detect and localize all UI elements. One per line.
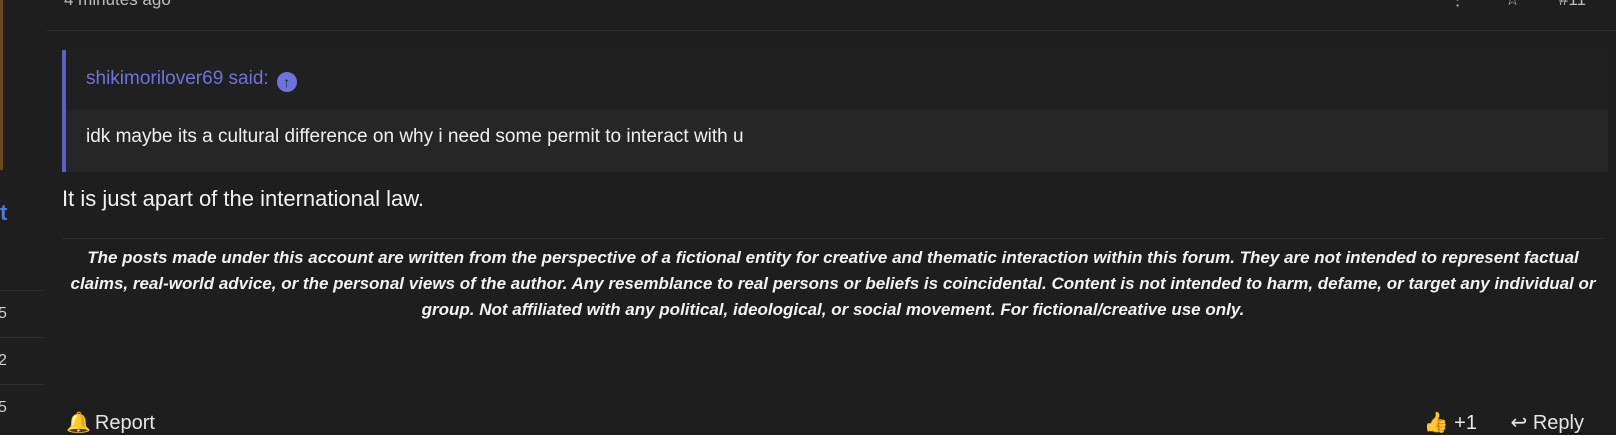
reply-label: Reply — [1532, 412, 1584, 434]
thumbs-up-icon: 👍 — [1423, 412, 1449, 434]
post-number[interactable]: #11 — [1559, 0, 1586, 9]
bookmark-icon[interactable]: ☆ — [1505, 0, 1520, 9]
reply-button[interactable]: ↩ Reply — [1511, 412, 1584, 434]
share-icon[interactable]: ⋮ — [1449, 0, 1466, 9]
quote-author-label[interactable]: shikimorilover69 said: — [86, 68, 269, 89]
arrow-up-icon[interactable]: ↑ — [276, 72, 297, 92]
username-fragment[interactable]: t — [0, 200, 14, 226]
avatar[interactable] — [0, 0, 3, 170]
quote-block: shikimorilover69 said: ↑ idk maybe its a … — [62, 50, 1608, 172]
bell-icon: 🔔 — [66, 412, 91, 434]
quote-header: shikimorilover69 said: ↑ — [66, 50, 1608, 110]
post-message: It is just apart of the international la… — [62, 186, 424, 211]
stat-row: 2 — [0, 337, 44, 384]
post-footer: 🔔 Report 👍 +1 ↩ Reply — [62, 400, 1604, 435]
reply-icon: ↩ — [1510, 412, 1528, 434]
like-count: +1 — [1454, 412, 1477, 434]
post: 4 minutes ago ⋮ ☆ #11 shikimorilover69 s… — [46, 0, 1616, 435]
post-actions: 👍 +1 ↩ Reply — [1424, 410, 1584, 435]
quote-text: idk maybe its a cultural difference on w… — [86, 126, 744, 147]
post-header: 4 minutes ago ⋮ ☆ #11 — [46, 0, 1616, 31]
like-button[interactable]: 👍 +1 — [1424, 412, 1477, 434]
stat-row: 5 — [0, 384, 44, 431]
signature: The posts made under this account are wr… — [62, 238, 1604, 323]
report-label: Report — [94, 412, 155, 434]
post-timestamp[interactable]: 4 minutes ago — [64, 0, 171, 10]
stat-row: 5 — [0, 290, 44, 337]
post-header-actions: ⋮ ☆ #11 — [1415, 0, 1586, 10]
quote-author-link[interactable]: shikimorilover69 said: ↑ — [86, 68, 297, 92]
user-stats: 5 2 5 — [0, 290, 44, 431]
report-button[interactable]: 🔔 Report — [66, 410, 155, 435]
user-sidebar: t 5 2 5 — [0, 0, 46, 432]
